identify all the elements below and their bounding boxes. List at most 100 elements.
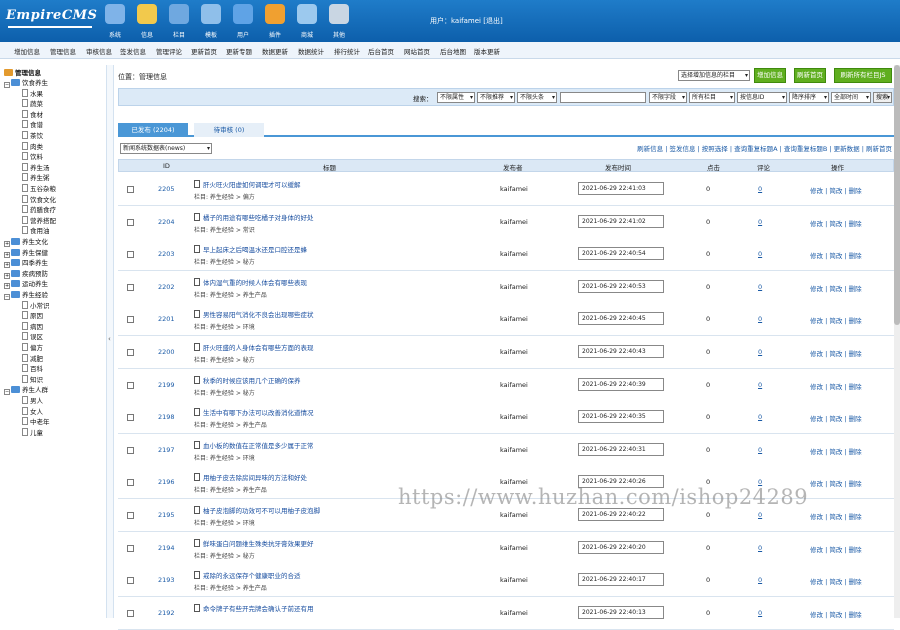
row-checkbox[interactable] (127, 512, 134, 519)
row-column[interactable]: 栏目: 养生经验 > 秘方 (194, 551, 255, 560)
tree-node[interactable]: 饮料 (22, 151, 43, 161)
row-checkbox[interactable] (127, 283, 134, 291)
subnav-item[interactable]: 审核信息 (86, 46, 112, 56)
row-title-link[interactable]: 柚子皮泡脚的功效可不可以用柚子皮泡脚 (203, 507, 320, 515)
row-comments-link[interactable]: 0 (758, 315, 762, 323)
column-select[interactable]: 选择增加信息的栏目 (678, 70, 750, 81)
row-op-links[interactable]: 修改 | 简改 | 删除 (810, 283, 862, 293)
search-button[interactable]: 搜索 (873, 92, 892, 103)
row-title-link[interactable]: 秋季的时候应该用几个正确的保养 (203, 377, 301, 385)
row-checkbox[interactable] (127, 218, 134, 226)
row-comments-link[interactable]: 0 (758, 283, 762, 291)
tree-node[interactable]: 偏方 (22, 342, 43, 352)
subnav-item[interactable]: 数据统计 (298, 46, 324, 56)
row-op-links[interactable]: 修改 | 简改 | 删除 (810, 576, 862, 586)
row-title-link[interactable]: 橘子的用途有哪些吃橘子对身体的好处 (203, 214, 314, 222)
tree-node[interactable]: + 养生文化 (4, 236, 48, 247)
row-time-input[interactable]: 2021-06-29 22:41:02 (578, 214, 664, 228)
row-title-link[interactable]: 男性容易阳气消化不良会出现哪些症状 (203, 311, 314, 319)
search-select-0[interactable]: 不限属性 (437, 92, 475, 103)
row-op-links[interactable]: 修改 | 简改 | 删除 (810, 478, 862, 488)
page-scrollbar[interactable] (894, 65, 900, 618)
tree-node[interactable]: 百科 (22, 363, 43, 373)
subnav-item[interactable]: 后台首页 (368, 46, 394, 56)
row-title-link[interactable]: 用柚子皮去除房间异味的方法和好处 (203, 474, 307, 482)
row-time-input[interactable]: 2021-06-29 22:40:39 (578, 377, 664, 391)
row-checkbox[interactable] (127, 479, 134, 487)
row-column[interactable]: 栏目: 养生经验 > 环境 (194, 518, 255, 527)
tree-node[interactable]: 养生粥 (22, 172, 50, 182)
row-comments-link[interactable]: 0 (758, 348, 762, 356)
row-checkbox[interactable] (127, 381, 134, 389)
row-id[interactable]: 2198 (158, 413, 175, 421)
row-column[interactable]: 栏目: 养生经验 > 养生产品 (194, 485, 267, 494)
tree-node[interactable]: 药膳食疗 (22, 204, 56, 214)
row-checkbox[interactable] (127, 446, 134, 454)
refresh-home-button[interactable]: 刷新首页 (794, 68, 826, 83)
topnav-7[interactable]: 其他 (324, 2, 354, 40)
row-title-link[interactable]: 命令牌子有些开完牌会确认子前还有用 (203, 605, 314, 613)
subnav-item[interactable]: 管理信息 (50, 46, 76, 56)
tree-node[interactable]: 养生汤 (22, 162, 50, 172)
logout-link[interactable]: [退出] (483, 17, 502, 25)
tree-node[interactable]: + 养生保健 (4, 247, 48, 258)
tree-node[interactable]: 水果 (22, 88, 43, 98)
tree-node[interactable]: 中老年 (22, 416, 50, 426)
tree-node[interactable]: 知识 (22, 374, 43, 384)
row-checkbox[interactable] (127, 316, 134, 324)
row-id[interactable]: 2192 (158, 609, 175, 617)
row-checkbox[interactable] (127, 251, 134, 259)
tree-node[interactable]: − 饮食养生 (4, 77, 48, 88)
row-title-link[interactable]: 体内湿气重的时候人体会有哪些表现 (203, 279, 307, 287)
search-select-4[interactable]: 不限字段 (649, 92, 687, 103)
tab-pending[interactable]: 待审核 (0) (194, 123, 264, 137)
row-id[interactable]: 2194 (158, 544, 175, 552)
row-op-links[interactable]: 修改 | 简改 | 删除 (810, 609, 862, 619)
row-id[interactable]: 2196 (158, 478, 175, 486)
topnav-6[interactable]: 商城 (292, 2, 322, 40)
row-time-input[interactable]: 2021-06-29 22:40:20 (578, 540, 664, 554)
row-time-input[interactable]: 2021-06-29 22:40:22 (578, 508, 664, 521)
row-op-links[interactable]: 修改 | 简改 | 删除 (810, 544, 862, 554)
add-info-button[interactable]: 增加信息 (754, 68, 786, 83)
search-select-8[interactable]: 全部时间 (831, 92, 871, 103)
row-title-link[interactable]: 肝火旺火阳虚如何调理才可以缓解 (203, 181, 301, 189)
tree-node[interactable]: 饮食文化 (22, 194, 56, 204)
row-op-links[interactable]: 修改 | 简改 | 删除 (810, 446, 862, 456)
subnav-item[interactable]: 数据更新 (262, 46, 288, 56)
tree-node[interactable]: 女人 (22, 406, 43, 416)
row-comments-link[interactable]: 0 (758, 381, 762, 389)
subnav-item[interactable]: 管理评论 (156, 46, 182, 56)
collapse-icon[interactable]: − (4, 82, 10, 88)
row-time-input[interactable]: 2021-06-29 22:40:31 (578, 442, 664, 456)
row-comments-link[interactable]: 0 (758, 218, 762, 226)
tree-node[interactable]: 误区 (22, 331, 43, 341)
row-title-link[interactable]: 肝火旺盛的人身体会有哪些方面的表现 (203, 344, 314, 352)
tree-node[interactable]: 男人 (22, 395, 43, 405)
row-checkbox[interactable] (127, 544, 134, 552)
table-select[interactable]: 新闻系统数据表(news) (120, 143, 212, 154)
tool-links[interactable]: 刷新信息 | 签发信息 | 按照选择 | 查询重复标题A | 查询重复标题B |… (637, 143, 892, 153)
row-op-links[interactable]: 修改 | 简改 | 删除 (810, 250, 862, 260)
row-comments-link[interactable]: 0 (758, 413, 762, 421)
topnav-5[interactable]: 插件 (260, 2, 290, 40)
row-title-link[interactable]: 戒除的永远保存个健康职业的合适 (203, 572, 301, 580)
row-checkbox[interactable] (127, 414, 134, 422)
tree-node[interactable]: 儿童 (22, 427, 43, 437)
topnav-0[interactable]: 系统 (100, 2, 130, 40)
search-select-2[interactable]: 不限头条 (517, 92, 557, 103)
subnav-item[interactable]: 网站首页 (404, 46, 430, 56)
tree-node[interactable]: 病因 (22, 321, 43, 331)
tree-node[interactable]: 五谷杂粮 (22, 183, 56, 193)
row-op-links[interactable]: 修改 | 简改 | 删除 (810, 315, 862, 325)
row-time-input[interactable]: 2021-06-29 22:40:17 (578, 573, 664, 587)
row-id[interactable]: 2193 (158, 576, 175, 584)
row-checkbox[interactable] (127, 577, 134, 585)
search-select-6[interactable]: 按信息ID (737, 92, 787, 103)
tree-node[interactable]: 食材 (22, 109, 43, 119)
tree-node[interactable]: + 疾病预防 (4, 268, 48, 279)
collapse-arrow-icon[interactable]: ‹ (108, 335, 111, 343)
refresh-js-button[interactable]: 刷新所有栏目JS (834, 68, 892, 83)
row-id[interactable]: 2199 (158, 381, 175, 389)
row-id[interactable]: 2197 (158, 446, 175, 454)
